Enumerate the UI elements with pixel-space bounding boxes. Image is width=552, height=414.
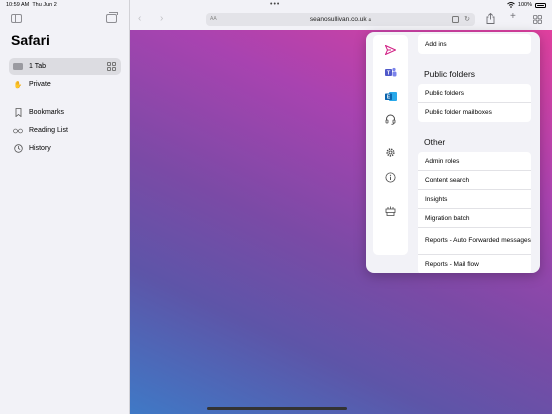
exchange-icon[interactable]: E [384,90,397,103]
lock-icon: 🔒︎ [368,16,372,23]
back-icon[interactable]: ‹ [138,13,141,24]
sidebar-title: Safari [11,32,50,48]
multitask-dots[interactable]: ••• [270,1,280,8]
url-text: seanosullivan.co.uk 🔒︎ [309,15,372,23]
admin-menu-popover: T E Add ins Public folders Public folder… [366,32,540,273]
sidebar-item-label: History [29,145,51,152]
menu-item-reports-mail-flow[interactable]: Reports - Mail flow [418,255,531,273]
reload-icon[interactable]: ↻ [464,15,470,23]
tab-groups-icon[interactable] [106,12,118,23]
sidebar: Safari 1 Tab ✋ Private Bookmarks Reading… [0,0,130,414]
menu-item-reports-auto-forwarded[interactable]: Reports - Auto Forwarded messages [418,228,531,255]
battery-icon [535,2,546,8]
share-icon[interactable] [486,12,495,27]
status-right: 100% [507,2,546,8]
toolbar: ‹ › AA seanosullivan.co.uk 🔒︎ ↻ + [130,10,552,30]
section-title-public-folders: Public folders [424,69,476,79]
other-card: Admin roles Content search Insights Migr… [418,152,531,273]
menu-item-add-ins[interactable]: Add ins [418,34,531,54]
public-folders-card: Public folders Public folder mailboxes [418,84,531,122]
new-tab-icon[interactable]: + [510,11,516,22]
glasses-icon [13,127,23,135]
add-ins-card: Add ins [418,34,531,54]
tab-overview-button[interactable] [533,15,542,27]
status-bar: 10:59 AM Thu Jun 2 ••• 100% [0,0,552,10]
section-title-other: Other [424,137,446,147]
tabs-icon [13,63,23,71]
menu-item-content-search[interactable]: Content search [418,171,531,190]
tab-overview-icon[interactable] [107,62,116,71]
sidebar-item-tabs[interactable]: 1 Tab [9,58,121,75]
sidebar-item-private[interactable]: ✋ Private [9,76,121,93]
sidebar-toggle-icon[interactable] [11,14,22,23]
sidebar-item-label: Reading List [29,127,68,134]
status-time: 10:59 AM Thu Jun 2 [6,2,57,8]
sidebar-item-label: Private [29,81,51,88]
extension-icon[interactable] [452,16,459,23]
address-bar[interactable]: AA seanosullivan.co.uk 🔒︎ ↻ [206,13,475,26]
sidebar-item-label: Bookmarks [29,109,65,116]
info-icon[interactable] [384,171,397,184]
menu-item-insights[interactable]: Insights [418,190,531,209]
headset-icon[interactable] [384,113,397,126]
sidebar-item-history[interactable]: History [9,140,121,157]
clock-icon [13,144,23,153]
menu-item-public-folders[interactable]: Public folders [418,84,531,103]
send-icon[interactable] [384,43,397,56]
sidebar-item-reading-list[interactable]: Reading List [9,122,121,139]
icon-rail: T E [373,35,408,255]
battery-percent: 100% [517,2,532,8]
sidebar-item-bookmarks[interactable]: Bookmarks [9,104,121,121]
menu-item-public-folder-mailboxes[interactable]: Public folder mailboxes [418,103,531,122]
menu-item-migration-batch[interactable]: Migration batch [418,209,531,228]
feedback-icon[interactable] [384,205,397,218]
hand-icon: ✋ [13,81,23,89]
wifi-icon [507,2,515,8]
menu-item-admin-roles[interactable]: Admin roles [418,152,531,171]
sidebar-item-label: 1 Tab [29,63,46,70]
home-indicator[interactable] [207,407,347,410]
bookmark-icon [13,108,23,117]
forward-icon[interactable]: › [160,13,163,24]
gear-icon[interactable] [384,146,397,159]
teams-icon[interactable]: T [384,66,397,79]
